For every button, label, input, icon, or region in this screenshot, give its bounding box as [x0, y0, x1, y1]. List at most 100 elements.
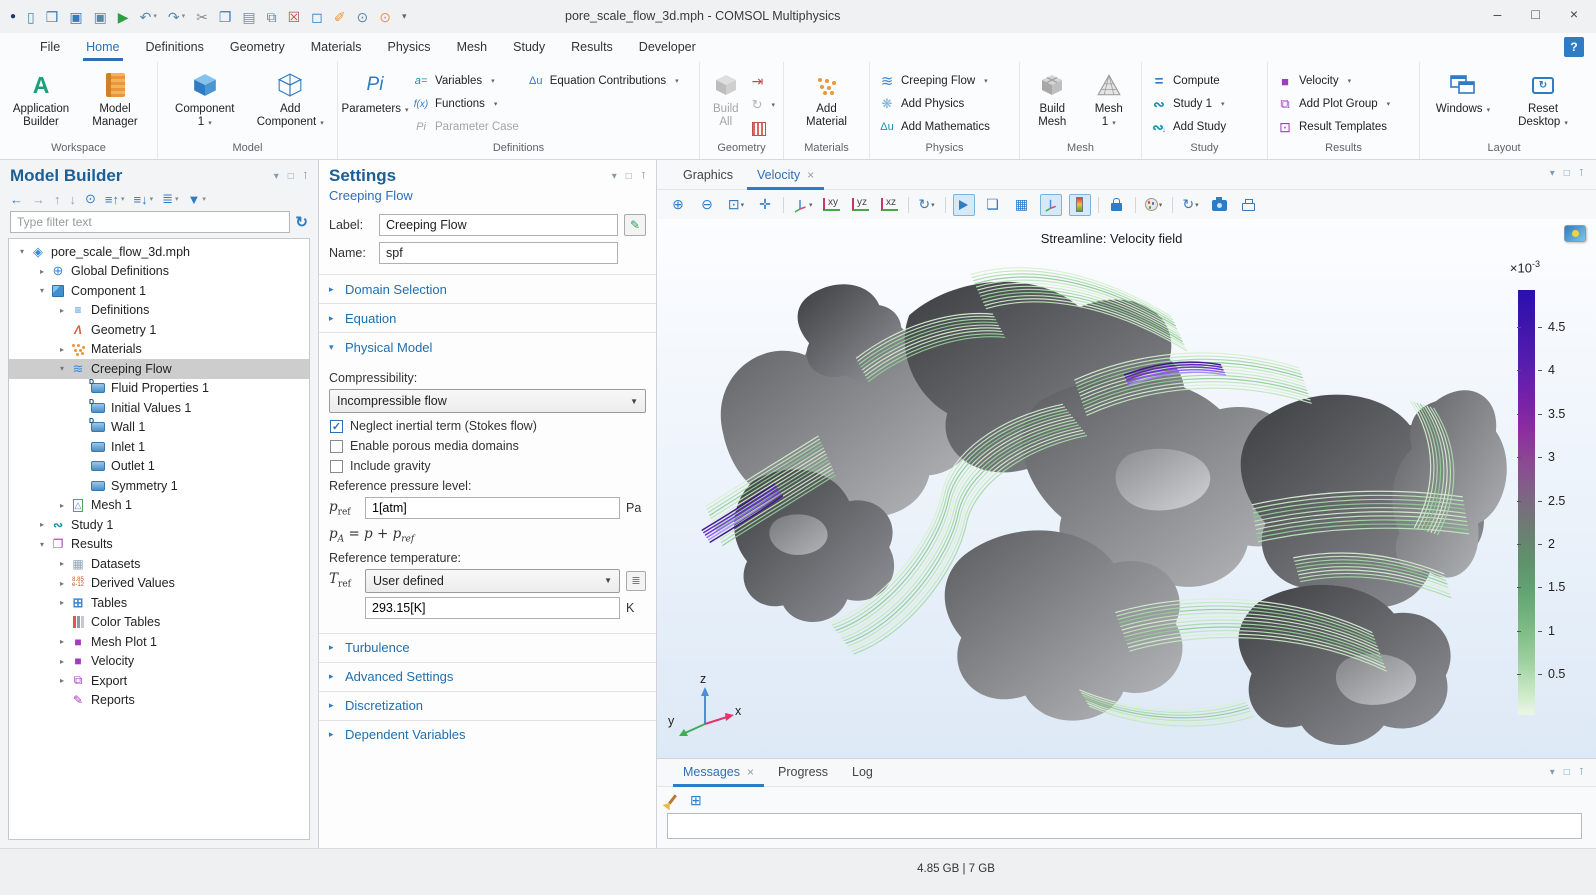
zoom-out-icon[interactable]: ⊖	[696, 194, 718, 216]
study-1-button[interactable]: Study 1	[1146, 94, 1230, 114]
tree-item-reports[interactable]: Reports	[9, 691, 309, 711]
build-mesh-button[interactable]: Build Mesh	[1026, 67, 1078, 131]
chevron-collapsed-icon[interactable]: ▸	[55, 676, 69, 685]
compute-button[interactable]: Compute	[1146, 71, 1230, 91]
close-tab-icon[interactable]: ×	[747, 765, 754, 779]
panel-float-icon[interactable]: □	[626, 171, 632, 182]
rename-button[interactable]: ✎	[624, 214, 646, 236]
checkbox-row-enable-porous-media-domains[interactable]: Enable porous media domains	[330, 439, 645, 453]
checkbox-unchecked-icon[interactable]	[330, 440, 343, 453]
checkbox-unchecked-icon[interactable]	[330, 460, 343, 473]
chevron-collapsed-icon[interactable]: ▸	[35, 520, 49, 529]
tree-item-derived-values[interactable]: ▸8.85e-12Derived Values	[9, 574, 309, 594]
add-physics-button[interactable]: Add Physics	[874, 94, 994, 114]
tree-item-outlet-1[interactable]: Outlet 1	[9, 457, 309, 477]
section-discretization[interactable]: ▸Discretization	[319, 691, 656, 720]
table-message-icon[interactable]	[690, 792, 702, 809]
reset-desktop-button[interactable]: Reset Desktop	[1508, 67, 1578, 132]
tree-item-geometry-1[interactable]: Geometry 1	[9, 320, 309, 340]
tree-item-creeping-flow[interactable]: ▾Creeping Flow	[9, 359, 309, 379]
result-templates-button[interactable]: Result Templates	[1272, 117, 1394, 137]
snapshot-icon[interactable]	[1209, 194, 1231, 216]
tree-item-materials[interactable]: ▸Materials	[9, 340, 309, 360]
checkbox-row-include-gravity[interactable]: Include gravity	[330, 459, 645, 473]
section-dependent-variables[interactable]: ▸Dependent Variables	[319, 720, 656, 749]
menu-home[interactable]: Home	[73, 35, 132, 61]
rebuild-button[interactable]	[748, 95, 779, 115]
section-domain-selection[interactable]: ▸Domain Selection	[319, 274, 656, 303]
panel-pin-icon[interactable]: ⊺	[641, 171, 646, 182]
scene-light-icon[interactable]	[953, 194, 975, 216]
chevron-expanded-icon[interactable]: ▾	[35, 286, 49, 295]
tree-item-color-tables[interactable]: Color Tables	[9, 613, 309, 633]
collapse-icon[interactable]: ≡↑▾	[105, 192, 125, 207]
tree-item-inlet-1[interactable]: Inlet 1	[9, 437, 309, 457]
find-results-icon[interactable]: ⊙	[379, 10, 391, 24]
select-box-icon[interactable]: ◻	[311, 10, 323, 24]
tree-item-export[interactable]: ▸Export	[9, 671, 309, 691]
tree-item-global-definitions[interactable]: ▸Global Definitions	[9, 262, 309, 282]
tree-item-component-1[interactable]: ▾Component 1	[9, 281, 309, 301]
lock-icon[interactable]	[1106, 194, 1128, 216]
physics-interface-button[interactable]: Creeping Flow	[874, 71, 994, 91]
compressibility-select[interactable]: Incompressible flow▼	[329, 389, 646, 413]
zoom-in-icon[interactable]: ⊕	[667, 194, 689, 216]
clear-messages-icon[interactable]	[669, 792, 678, 808]
menu-file[interactable]: File	[27, 35, 73, 61]
panel-pin-icon[interactable]: ⊺	[303, 171, 308, 182]
save-as-icon[interactable]: ▣	[94, 10, 107, 24]
update-plot-icon[interactable]: ↻▾	[1180, 194, 1202, 216]
view-yz-icon[interactable]: yz	[850, 194, 872, 216]
variables-button[interactable]: Variables	[408, 71, 523, 91]
add-mathematics-button[interactable]: Add Mathematics	[874, 117, 994, 137]
new-file-icon[interactable]: ▯	[27, 10, 35, 24]
messages-output[interactable]	[667, 813, 1582, 839]
close-button[interactable]: ×	[1570, 6, 1578, 22]
chevron-collapsed-icon[interactable]: ▸	[35, 267, 49, 276]
forward-icon[interactable]: →	[32, 192, 45, 207]
back-icon[interactable]: ←	[10, 192, 23, 207]
zoom-extents-icon[interactable]: ✛	[754, 194, 776, 216]
tab-progress[interactable]: Progress	[766, 759, 840, 786]
chevron-collapsed-icon[interactable]: ▸	[55, 637, 69, 646]
tree-item-tables[interactable]: ▸Tables	[9, 593, 309, 613]
tree-filter-input[interactable]	[10, 211, 290, 233]
parameter-case-button[interactable]: Parameter Case	[408, 117, 523, 137]
streamline-plot[interactable]	[657, 219, 1596, 756]
tree-item-symmetry-1[interactable]: Symmetry 1	[9, 476, 309, 496]
menu-geometry[interactable]: Geometry	[217, 35, 298, 61]
rotate-view-icon[interactable]: ↻▾	[916, 194, 938, 216]
add-plot-group-button[interactable]: Add Plot Group	[1272, 94, 1394, 114]
move-up-icon[interactable]: ↑	[54, 192, 61, 207]
section-advanced-settings[interactable]: ▸Advanced Settings	[319, 662, 656, 691]
graphics-canvas[interactable]: Streamline: Velocity field ×10-3 4.543.5…	[657, 219, 1596, 758]
tree-item-fluid-properties-1[interactable]: DFluid Properties 1	[9, 379, 309, 399]
tab-messages[interactable]: Messages×	[671, 759, 766, 786]
component-1-button[interactable]: Component 1	[168, 67, 242, 132]
menu-developer[interactable]: Developer	[626, 35, 709, 61]
delete-sequence-button[interactable]	[748, 119, 779, 139]
tree-item-wall-1[interactable]: DWall 1	[9, 418, 309, 438]
menu-physics[interactable]: Physics	[374, 35, 443, 61]
model-tree-node-icon[interactable]: ≣▾	[162, 191, 178, 207]
panel-menu-icon[interactable]: ▾	[1550, 168, 1555, 179]
windows-button[interactable]: Windows	[1430, 67, 1496, 119]
add-component-button[interactable]: Add Component	[253, 67, 327, 132]
tree-item-results[interactable]: ▾Results	[9, 535, 309, 555]
go-to-view-icon[interactable]: ▾	[791, 194, 814, 216]
section-equation[interactable]: ▸Equation	[319, 303, 656, 332]
equation-contributions-button[interactable]: Equation Contributions	[523, 71, 683, 91]
insert-sequence-button[interactable]	[748, 71, 779, 91]
application-builder-button[interactable]: Application Builder	[4, 67, 78, 131]
chevron-collapsed-icon[interactable]: ▸	[55, 559, 69, 568]
cut-icon[interactable]: ✂	[196, 10, 208, 24]
save-icon[interactable]: ▣	[69, 10, 82, 24]
panel-menu-icon[interactable]: ▾	[1550, 767, 1555, 778]
tree-item-pore-scale-flow-3d-mph[interactable]: ▾pore_scale_flow_3d.mph	[9, 242, 309, 262]
tree-item-datasets[interactable]: ▸Datasets	[9, 554, 309, 574]
build-all-button[interactable]: Build All	[704, 67, 748, 131]
material-sweep-icon[interactable]: ✐	[334, 10, 346, 24]
chevron-expanded-icon[interactable]: ▾	[35, 540, 49, 549]
chevron-collapsed-icon[interactable]: ▸	[55, 598, 69, 607]
functions-button[interactable]: Functions	[408, 94, 523, 114]
